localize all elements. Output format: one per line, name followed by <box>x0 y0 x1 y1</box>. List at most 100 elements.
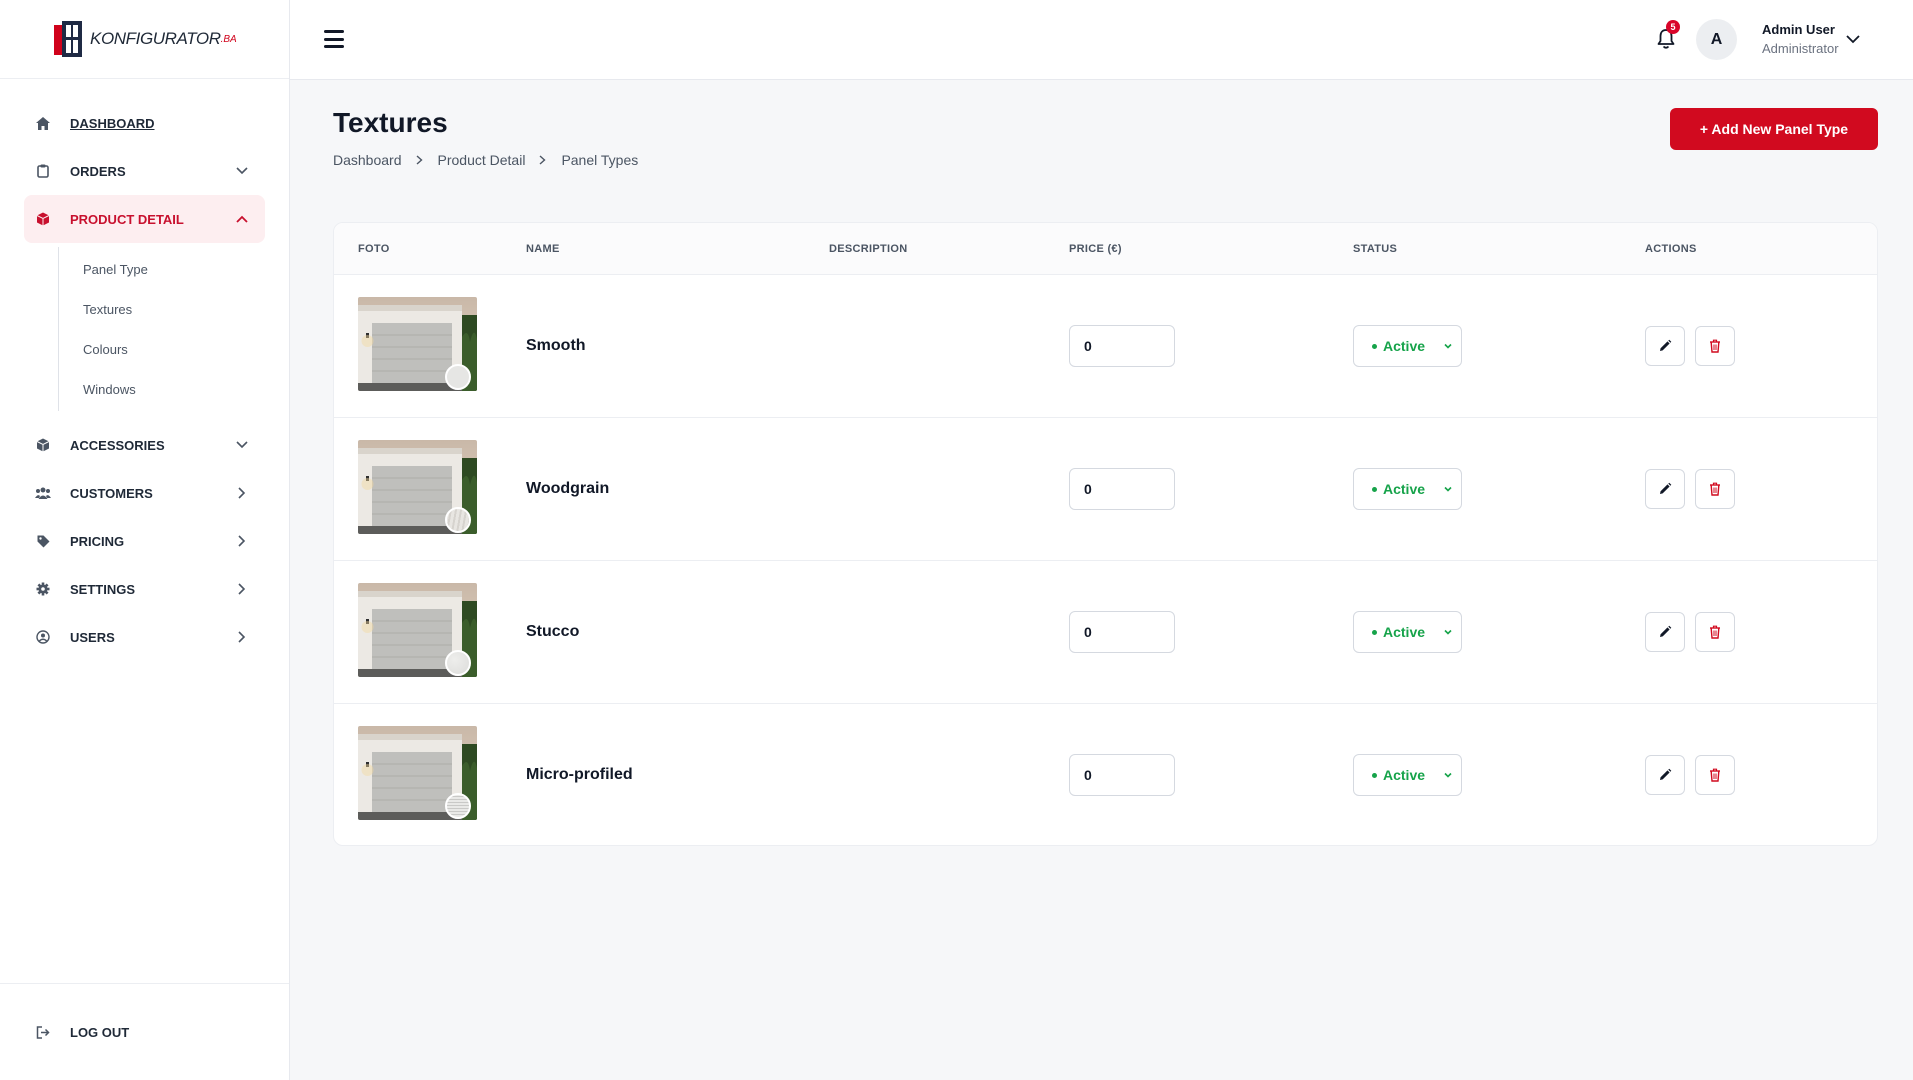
subnav-item-panel-type[interactable]: Panel Type <box>59 249 289 289</box>
column-header-status: STATUS <box>1353 243 1398 255</box>
chevron-right-icon <box>235 486 249 500</box>
chevron-right-icon <box>235 534 249 548</box>
sidebar: KONFIGURATOR .BA DASHBOARD ORDERS PRODUC… <box>0 0 290 1080</box>
column-header-description: DESCRIPTION <box>829 243 908 255</box>
sidebar-item-customers[interactable]: CUSTOMERS <box>24 469 265 517</box>
table-row: Micro-profiled Active <box>334 704 1877 845</box>
subnav-item-windows[interactable]: Windows <box>59 369 289 409</box>
status-dot <box>1372 772 1377 778</box>
logout-label: LOG OUT <box>70 1024 130 1040</box>
status-label: Active <box>1383 767 1426 783</box>
home-icon <box>35 115 51 131</box>
texture-name: Micro-profiled <box>526 766 633 783</box>
sidebar-item-label: PRICING <box>70 533 125 549</box>
logout-icon <box>35 1024 51 1040</box>
sidebar-item-product-detail[interactable]: PRODUCT DETAIL <box>24 195 265 243</box>
price-input[interactable] <box>1069 611 1175 653</box>
chevron-right-icon <box>235 630 249 644</box>
brand-tld: .BA <box>220 33 237 45</box>
users-icon <box>35 485 51 501</box>
status-dot <box>1372 343 1377 349</box>
main-content: Textures Dashboard Product Detail Panel … <box>290 80 1913 1080</box>
chevron-right-icon <box>235 582 249 596</box>
edit-button[interactable] <box>1645 612 1685 652</box>
texture-name: Woodgrain <box>526 480 610 497</box>
edit-button[interactable] <box>1645 755 1685 795</box>
table-row: Stucco Active <box>334 561 1877 704</box>
pencil-icon <box>1660 768 1672 780</box>
add-new-panel-type-button[interactable]: + Add New Panel Type <box>1670 108 1878 150</box>
texture-swatch <box>445 507 471 533</box>
breadcrumb-dashboard[interactable]: Dashboard <box>333 152 402 168</box>
sidebar-item-label: USERS <box>70 629 115 645</box>
sidebar-item-pricing[interactable]: PRICING <box>24 517 265 565</box>
texture-swatch <box>445 650 471 676</box>
texture-swatch <box>445 793 471 819</box>
chevron-up-icon <box>235 212 249 226</box>
trash-icon <box>1710 768 1720 782</box>
subnav-item-colours[interactable]: Colours <box>59 329 289 369</box>
textures-table: FOTO NAME DESCRIPTION PRICE (€) STATUS A… <box>333 222 1878 846</box>
cube-icon <box>35 437 51 453</box>
brand-logo[interactable]: KONFIGURATOR .BA <box>0 0 289 79</box>
texture-photo <box>358 726 477 820</box>
edit-button[interactable] <box>1645 469 1685 509</box>
price-input[interactable] <box>1069 468 1175 510</box>
chevron-right-icon <box>416 155 424 165</box>
trash-icon <box>1710 339 1720 353</box>
table-header: FOTO NAME DESCRIPTION PRICE (€) STATUS A… <box>334 223 1877 275</box>
status-select[interactable]: Active <box>1353 611 1462 653</box>
product-detail-subnav: Panel Type Textures Colours Windows <box>58 247 289 411</box>
delete-button[interactable] <box>1695 469 1735 509</box>
sidebar-item-settings[interactable]: SETTINGS <box>24 565 265 613</box>
breadcrumb-panel-types: Panel Types <box>561 152 639 168</box>
trash-icon <box>1710 482 1720 496</box>
user-role: Administrator <box>1762 41 1839 56</box>
breadcrumb-product-detail[interactable]: Product Detail <box>438 152 526 168</box>
menu-toggle-icon[interactable] <box>324 30 344 48</box>
texture-photo <box>358 583 477 677</box>
pencil-icon <box>1660 482 1672 494</box>
gear-icon <box>35 581 51 597</box>
sidebar-item-label: SETTINGS <box>70 581 136 597</box>
status-label: Active <box>1383 338 1426 354</box>
sidebar-item-dashboard[interactable]: DASHBOARD <box>24 99 265 147</box>
delete-button[interactable] <box>1695 755 1735 795</box>
sidebar-item-label: DASHBOARD <box>70 115 155 131</box>
texture-swatch <box>445 364 471 390</box>
status-dot <box>1372 486 1377 492</box>
pencil-icon <box>1660 625 1672 637</box>
column-header-foto: FOTO <box>358 243 390 255</box>
sidebar-item-orders[interactable]: ORDERS <box>24 147 265 195</box>
tag-icon <box>35 533 51 549</box>
delete-button[interactable] <box>1695 612 1735 652</box>
logout-button[interactable]: LOG OUT <box>24 1008 265 1056</box>
texture-photo <box>358 440 477 534</box>
topbar: 5 A Admin User Administrator <box>290 0 1913 80</box>
column-header-name: NAME <box>526 243 560 255</box>
breadcrumb: Dashboard Product Detail Panel Types <box>333 152 638 168</box>
status-dot <box>1372 629 1377 635</box>
sidebar-item-users[interactable]: USERS <box>24 613 265 661</box>
delete-button[interactable] <box>1695 326 1735 366</box>
avatar[interactable]: A <box>1696 19 1737 60</box>
price-input[interactable] <box>1069 754 1175 796</box>
chevron-right-icon <box>539 155 547 165</box>
logo-icon <box>54 21 82 57</box>
subnav-item-textures[interactable]: Textures <box>59 289 289 329</box>
notification-badge: 5 <box>1666 20 1680 34</box>
sidebar-item-accessories[interactable]: ACCESSORIES <box>24 421 265 469</box>
edit-button[interactable] <box>1645 326 1685 366</box>
chevron-down-icon[interactable] <box>1846 32 1860 46</box>
user-circle-icon <box>35 629 51 645</box>
chevron-down-icon <box>1444 772 1452 778</box>
chevron-down-icon <box>235 164 249 178</box>
sidebar-nav-secondary: ACCESSORIES CUSTOMERS PRICING SETTINGS U… <box>0 421 289 661</box>
status-select[interactable]: Active <box>1353 468 1462 510</box>
trash-icon <box>1710 625 1720 639</box>
status-select[interactable]: Active <box>1353 325 1462 367</box>
sidebar-nav: DASHBOARD ORDERS PRODUCT DETAIL <box>0 79 289 243</box>
status-select[interactable]: Active <box>1353 754 1462 796</box>
price-input[interactable] <box>1069 325 1175 367</box>
chevron-down-icon <box>1444 343 1452 349</box>
